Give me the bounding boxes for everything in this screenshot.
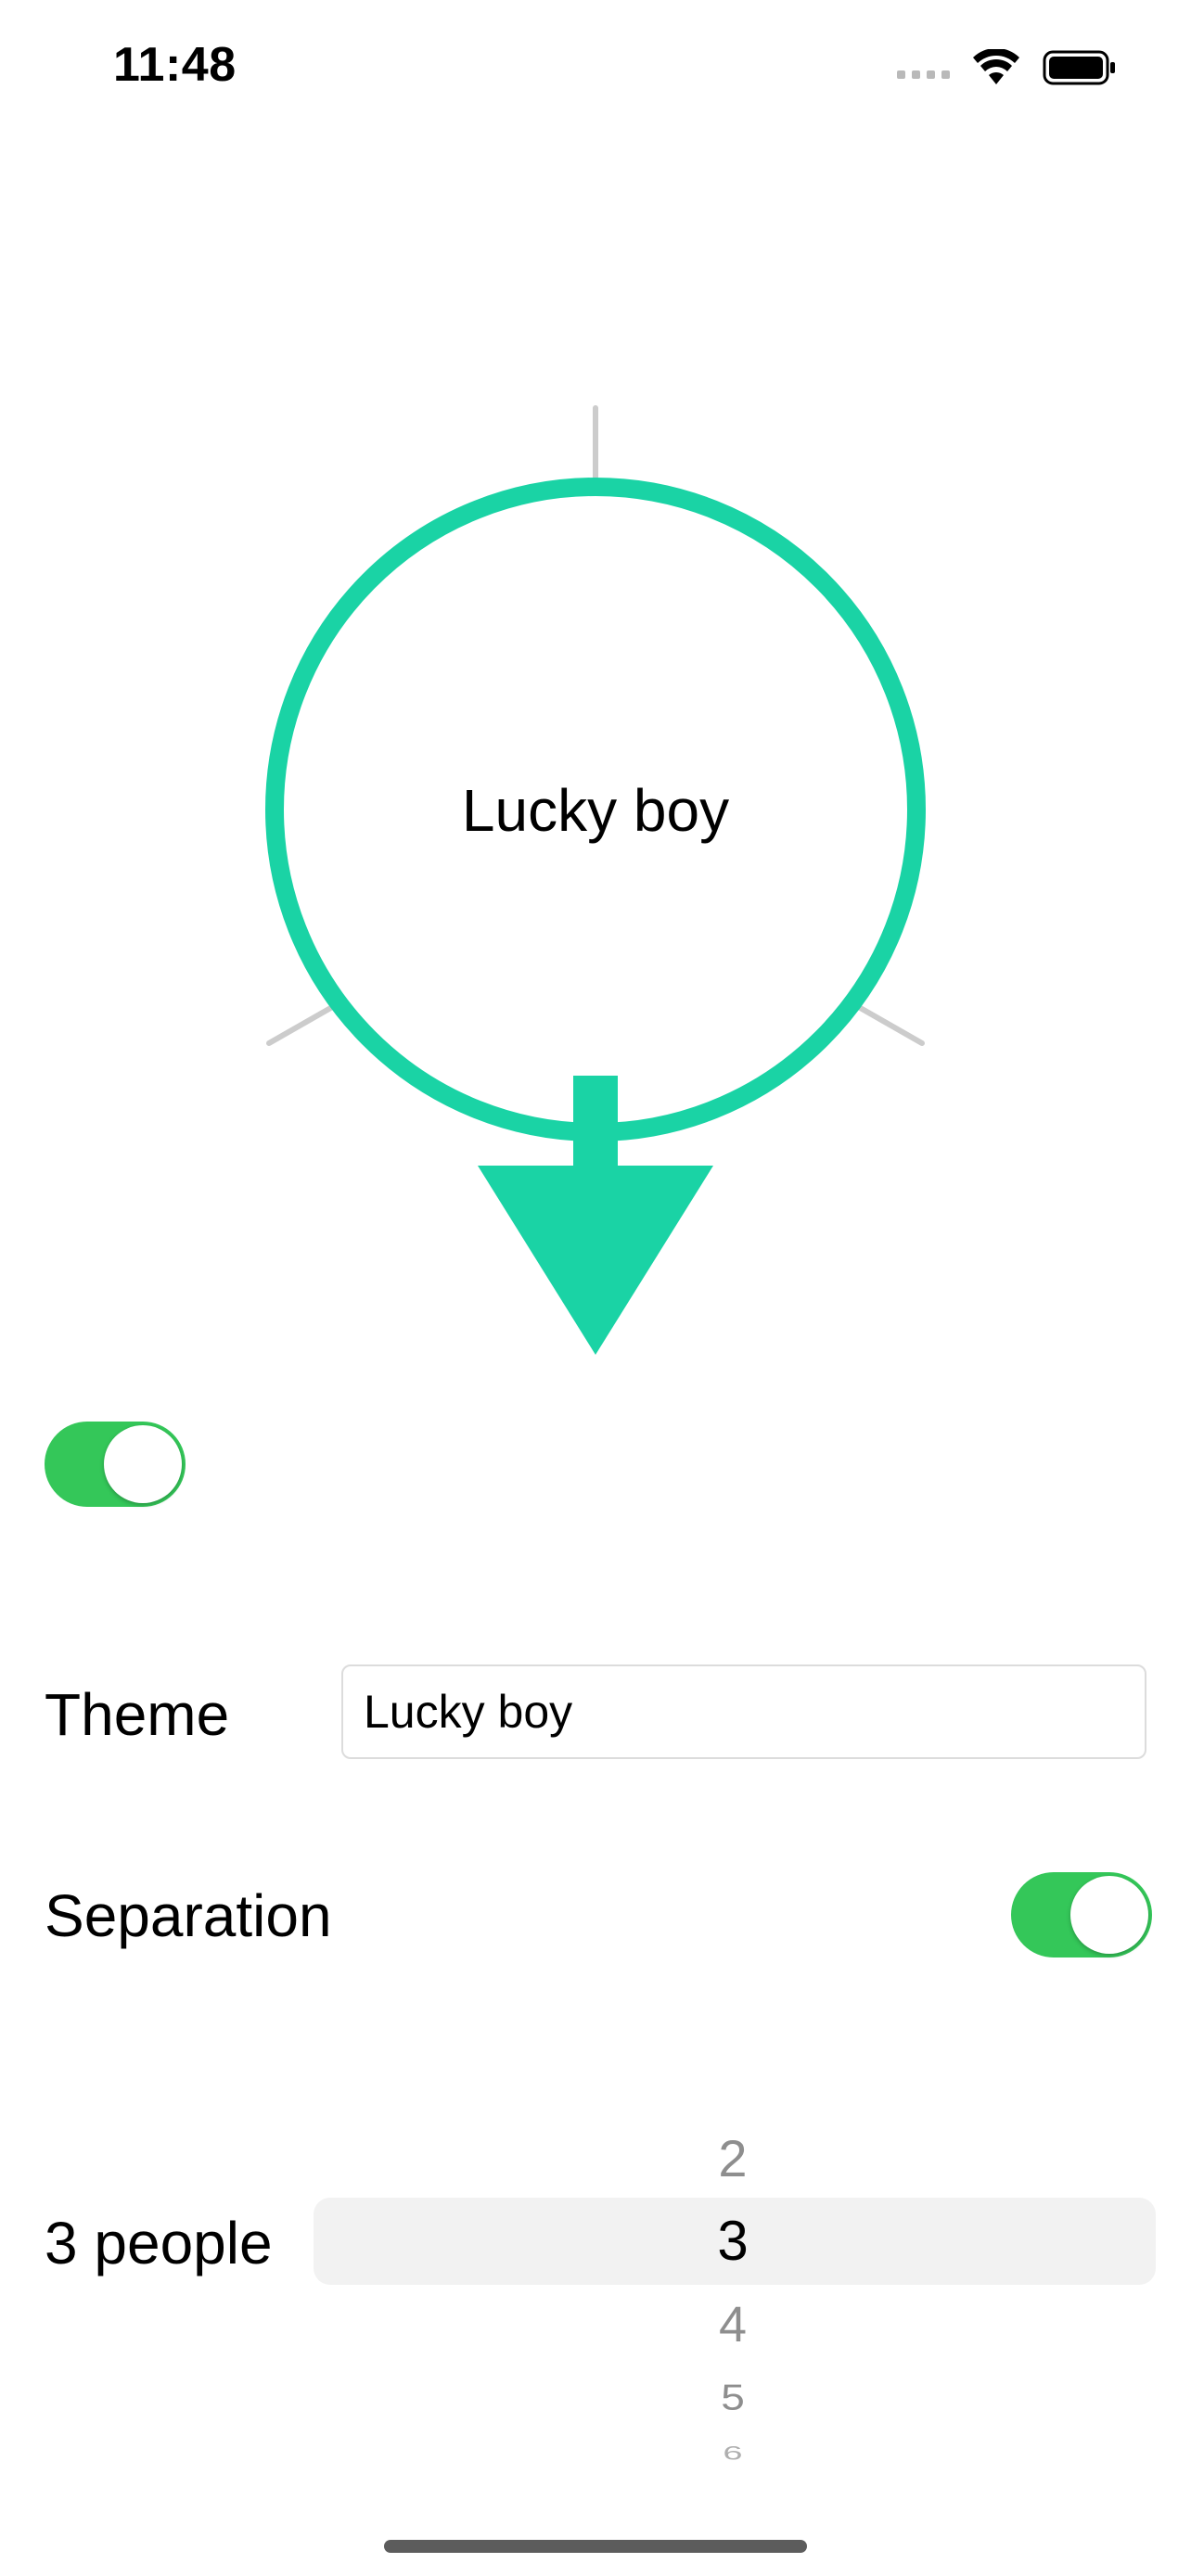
app-screen: 11:48 Lucky boy Theme Lucky boy Separati… [0,0,1191,2576]
separation-toggle[interactable] [1011,1872,1152,1958]
wheel-dividers [266,405,925,1046]
picker-option-selected[interactable]: 3 [649,2213,816,2269]
picker-option[interactable]: 5 [649,2378,816,2415]
wheel-title: Lucky boy [461,777,730,844]
people-label: 3 people [45,2210,273,2276]
divider-line [266,1003,337,1046]
picker-option[interactable]: 4 [649,2300,816,2350]
toggle-knob [1070,1876,1148,1954]
theme-label: Theme [45,1681,230,1748]
separation-label: Separation [45,1882,332,1949]
home-indicator [384,2540,807,2553]
spin-toggle[interactable] [45,1422,186,1507]
divider-line [854,1003,925,1046]
toggle-knob [104,1425,182,1503]
picker-option[interactable]: 2 [649,2133,816,2185]
wheel[interactable] [0,0,1191,1391]
picker-option[interactable]: 6 [649,2444,816,2464]
theme-input[interactable] [341,1664,1146,1759]
